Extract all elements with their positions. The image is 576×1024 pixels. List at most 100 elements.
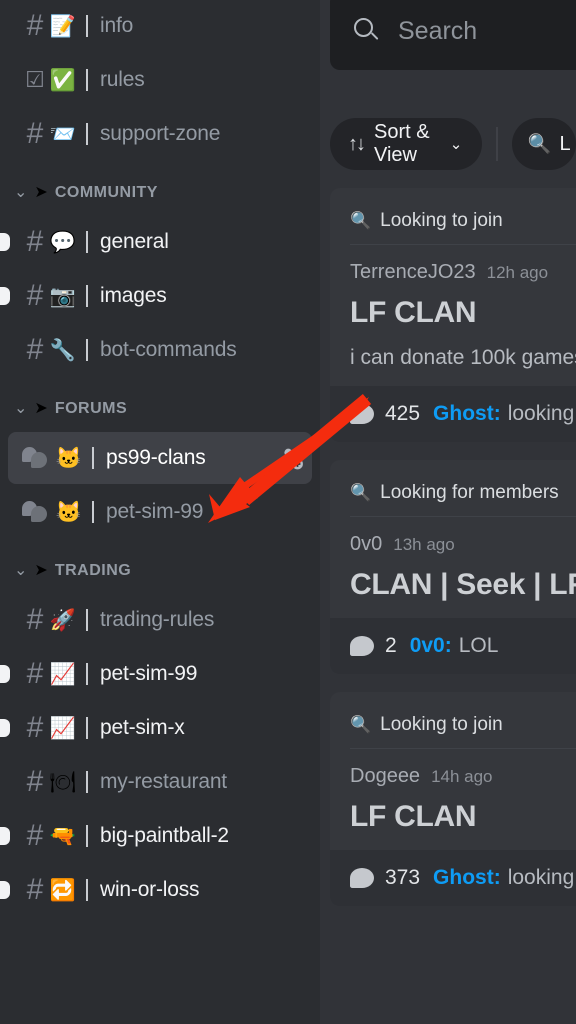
hash-icon: # (26, 711, 44, 744)
sidebar-channel-pet-sim-99[interactable]: # 📈 pet-sim-99 (0, 648, 312, 700)
sidebar-channel-images[interactable]: # 📷 images (0, 270, 312, 322)
sidebar-channel-pet-sim-x[interactable]: # 📈 pet-sim-x (0, 702, 312, 754)
rules-channel-icon: ☑ (25, 67, 45, 92)
hash-icon: # (26, 873, 44, 906)
post-comment-preview[interactable]: 425 Ghost: looking for ppl (330, 386, 576, 442)
post-author: TerrenceJO23 (350, 261, 476, 283)
chevron-down-icon: ⌄ (14, 400, 28, 417)
forum-post-card[interactable]: 🔍 Looking to join TerrenceJO23 12h ago LF CL… (330, 188, 576, 442)
post-comment-preview[interactable]: 2 0v0: LOL (330, 618, 576, 674)
discord-app-window: # 📝 info ☑ ✅ rules # 📨 support-zone ⌄ ➤ COMMUNITY # 💬… (0, 0, 576, 1024)
category-header-FORUMS[interactable]: ⌄ ➤ FORUMS (8, 386, 312, 432)
sidebar-channel-big-paintball-2[interactable]: # 🔫 big-paintball-2 (0, 810, 312, 862)
channel-label: win-or-loss (100, 878, 200, 901)
unread-indicator (0, 665, 10, 683)
post-timestamp: 12h ago (486, 263, 549, 282)
unread-indicator (0, 287, 10, 305)
post-author: 0v0 (350, 533, 383, 555)
channel-label: big-paintball-2 (100, 824, 229, 847)
channel-label: pet-sim-99 (106, 500, 204, 523)
sidebar-channel-trading-rules[interactable]: # 🚀 trading-rules (8, 594, 312, 646)
channel-name-separator (86, 69, 88, 91)
sidebar-channel-ps99-clans[interactable]: 🐱 ps99-clans (8, 432, 312, 484)
hash-icon: # (26, 819, 44, 852)
channel-category-TRADING: ⌄ ➤ TRADING # 🚀 trading-rules # 📈 pet-sim-99 # 📈 pe… (0, 548, 312, 916)
search-placeholder: Search (398, 16, 478, 45)
channel-name-separator (86, 717, 88, 739)
tag-filter-button[interactable]: 🔍 L (511, 118, 576, 170)
sidebar-channel-info[interactable]: # 📝 info (8, 0, 312, 52)
category-label: TRADING (54, 562, 132, 579)
magnifying-glass-icon: 🔍 (527, 134, 552, 155)
chart-increasing-icon: 📈 (49, 662, 77, 686)
post-tag[interactable]: 🔍 Looking to join (350, 708, 576, 742)
forum-channel-icon (22, 445, 52, 471)
search-input[interactable]: Search (330, 0, 576, 70)
unread-indicator (0, 719, 10, 737)
channel-name-separator (86, 825, 88, 847)
channel-category-COMMUNITY: ⌄ ➤ COMMUNITY # 💬 general # 📷 images # 🔧 bot-comman… (0, 170, 312, 376)
channel-label: rules (100, 68, 145, 91)
post-tag-label: Looking to join (380, 714, 503, 735)
channel-list: # 📝 info ☑ ✅ rules # 📨 support-zone ⌄ ➤ COMMUNITY # 💬… (0, 0, 320, 916)
sidebar-channel-bot-commands[interactable]: # 🔧 bot-commands (8, 324, 312, 376)
comment-text: looking for ppl (507, 866, 576, 889)
channel-sidebar: # 📝 info ☑ ✅ rules # 📨 support-zone ⌄ ➤ COMMUNITY # 💬… (0, 0, 320, 1024)
channel-name-separator (86, 879, 88, 901)
magnifying-glass-icon: 🔍 (350, 715, 372, 734)
channel-name-separator (86, 15, 88, 37)
category-label: COMMUNITY (54, 184, 158, 201)
forum-post-card[interactable]: 🔍 Looking to join Dogeee 14h ago LF CLAN 373 G… (330, 692, 576, 906)
post-title: CLAN | Seek | LF (350, 568, 576, 601)
channel-label: my-restaurant (100, 770, 227, 793)
forum-toolbar: ↑↓ Sort & View ⌄ 🔍 L (330, 118, 576, 170)
hash-icon: # (26, 9, 44, 42)
rocket-icon: 🚀 (49, 608, 77, 632)
channel-label: general (100, 230, 169, 253)
post-meta: TerrenceJO23 12h ago (350, 245, 576, 284)
category-header-COMMUNITY[interactable]: ⌄ ➤ COMMUNITY (8, 170, 312, 216)
sidebar-channel-win-or-loss[interactable]: # 🔁 win-or-loss (0, 864, 312, 916)
sidebar-channel-general[interactable]: # 💬 general (0, 216, 312, 268)
sidebar-channel-pet-sim-99[interactable]: 🐱 pet-sim-99 (8, 486, 312, 538)
comment-text: LOL (458, 634, 499, 657)
forum-post-card[interactable]: 🔍 Looking for members 0v0 13h ago CLAN | See… (330, 460, 576, 674)
speech-balloon-icon: 💬 (49, 230, 77, 254)
post-comment-preview[interactable]: 373 Ghost: looking for ppl (330, 850, 576, 906)
add-member-icon[interactable] (278, 445, 304, 471)
comment-author: Ghost: (433, 866, 501, 889)
water-pistol-icon: 🔫 (49, 824, 77, 848)
channel-name-separator (92, 501, 94, 523)
channel-name-separator (86, 285, 88, 307)
post-tag-label: Looking for members (380, 482, 559, 503)
post-tag[interactable]: 🔍 Looking to join (350, 204, 576, 238)
arrow-emoji-icon: ➤ (34, 562, 48, 579)
comment-count: 425 (385, 402, 421, 425)
channel-name-separator (86, 771, 88, 793)
comment-text: looking for ppl (507, 402, 576, 425)
category-header-TRADING[interactable]: ⌄ ➤ TRADING (8, 548, 312, 594)
sidebar-channel-rules[interactable]: ☑ ✅ rules (8, 54, 312, 106)
post-title: LF CLAN (350, 800, 477, 833)
post-timestamp: 14h ago (431, 767, 493, 786)
post-meta: 0v0 13h ago (350, 517, 576, 556)
magnifying-glass-icon: 🔍 (350, 483, 372, 502)
category-label: FORUMS (54, 400, 128, 417)
channel-label: pet-sim-x (100, 716, 185, 739)
sidebar-channel-support-zone[interactable]: # 📨 support-zone (8, 108, 312, 160)
post-tag[interactable]: 🔍 Looking for members (350, 476, 576, 510)
comment-bubble-icon (350, 636, 374, 656)
hash-icon: # (26, 225, 44, 258)
magnifying-glass-icon: 🔍 (350, 211, 372, 230)
forum-channel-icon (22, 499, 52, 525)
cat-face-icon: 🐱 (55, 446, 83, 470)
sort-and-view-button[interactable]: ↑↓ Sort & View ⌄ (330, 118, 483, 170)
hash-icon: # (26, 657, 44, 690)
channel-label: trading-rules (100, 608, 215, 631)
forum-post-list: 🔍 Looking to join TerrenceJO23 12h ago LF CL… (330, 188, 576, 924)
unread-indicator (0, 881, 10, 899)
hash-icon: # (26, 279, 44, 312)
post-meta: Dogeee 14h ago (350, 749, 576, 788)
sidebar-channel-my-restaurant[interactable]: # 🍽 my-restaurant (8, 756, 312, 808)
incoming-envelope-icon: 📨 (49, 122, 77, 146)
